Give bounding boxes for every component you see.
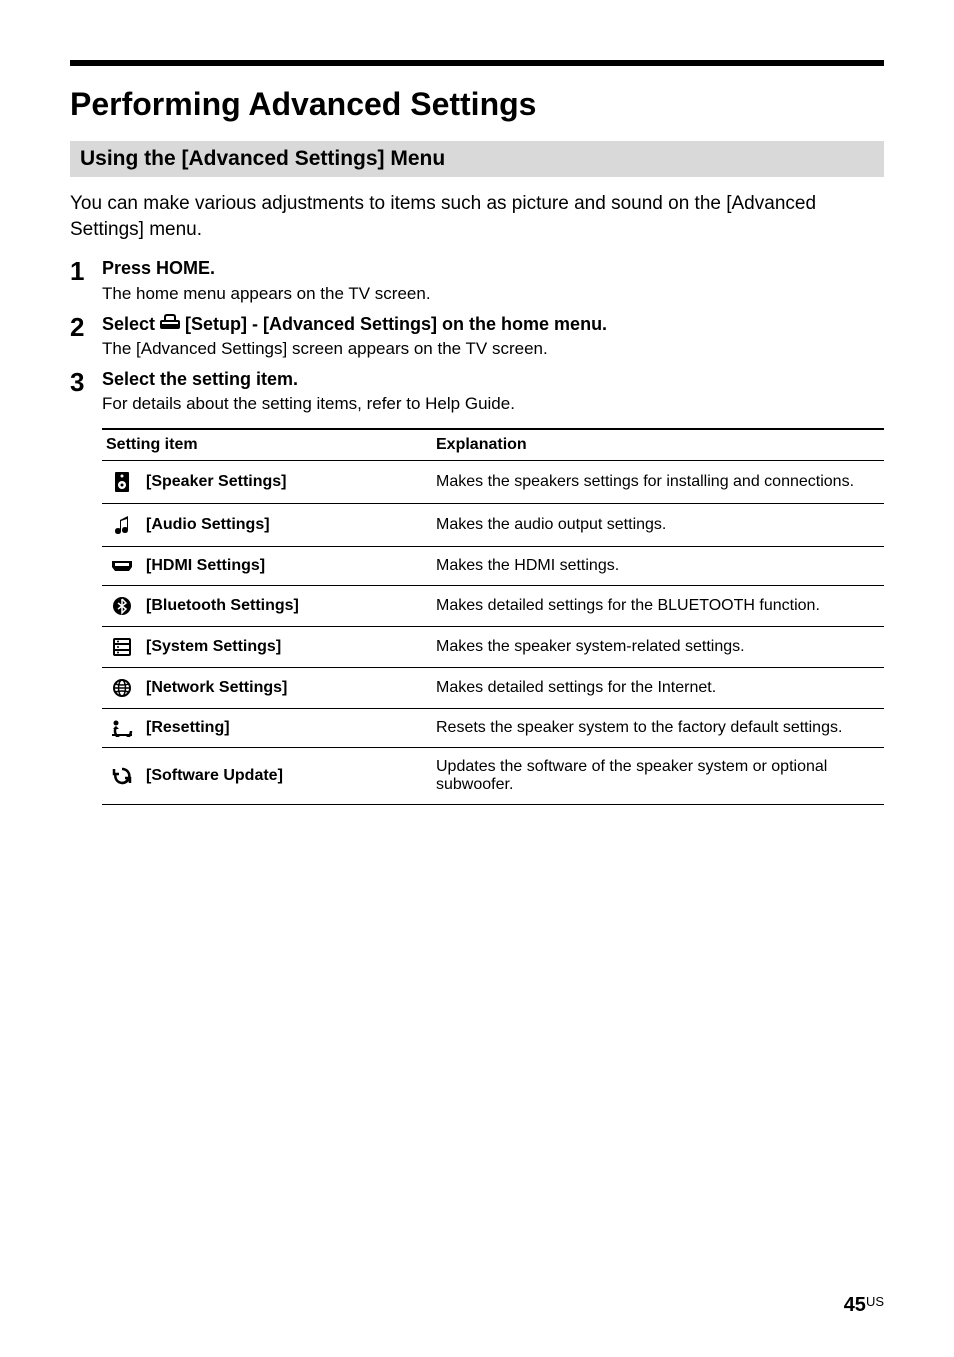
- page-num-value: 45: [844, 1294, 866, 1316]
- setting-item: [Resetting]: [142, 708, 432, 747]
- setting-explanation: Makes the speakers settings for installi…: [432, 460, 884, 503]
- step-3: 3 Select the setting item. For details a…: [70, 367, 884, 416]
- table-row: [Network Settings] Makes detailed settin…: [102, 667, 884, 708]
- reset-icon: [102, 708, 142, 747]
- table-row: [Speaker Settings] Makes the speakers se…: [102, 460, 884, 503]
- instruction-prefix: Select: [102, 312, 155, 336]
- setup-icon: [159, 312, 181, 336]
- setting-explanation: Resets the speaker system to the factory…: [432, 708, 884, 747]
- table-row: [System Settings] Makes the speaker syst…: [102, 626, 884, 667]
- setting-item: [Network Settings]: [142, 667, 432, 708]
- setting-item: [Speaker Settings]: [142, 460, 432, 503]
- audio-icon: [102, 503, 142, 546]
- hdmi-icon: [102, 546, 142, 585]
- table-row: [Software Update] Updates the software o…: [102, 748, 884, 805]
- step-2: 2 Select [Setup] - [Advanced Settings] o…: [70, 312, 884, 361]
- network-icon: [102, 667, 142, 708]
- setting-explanation: Makes detailed settings for the BLUETOOT…: [432, 585, 884, 626]
- page-title: Performing Advanced Settings: [70, 86, 884, 123]
- step-number: 1: [70, 256, 102, 284]
- step-body: Select [Setup] - [Advanced Settings] on …: [102, 312, 884, 361]
- step-instruction: Select the setting item.: [102, 367, 884, 391]
- instruction-suffix: [Setup] - [Advanced Settings] on the hom…: [185, 312, 607, 336]
- setting-explanation: Makes the speaker system-related setting…: [432, 626, 884, 667]
- table-row: [Resetting] Resets the speaker system to…: [102, 708, 884, 747]
- system-icon: [102, 626, 142, 667]
- update-icon: [102, 748, 142, 805]
- step-1: 1 Press HOME. The home menu appears on t…: [70, 256, 884, 305]
- setting-item: [System Settings]: [142, 626, 432, 667]
- setting-item: [Audio Settings]: [142, 503, 432, 546]
- bluetooth-icon: [102, 585, 142, 626]
- step-number: 2: [70, 312, 102, 340]
- step-detail: The [Advanced Settings] screen appears o…: [102, 338, 884, 361]
- step-body: Press HOME. The home menu appears on the…: [102, 256, 884, 305]
- setting-item: [Software Update]: [142, 748, 432, 805]
- speaker-icon: [102, 460, 142, 503]
- setting-item: [Bluetooth Settings]: [142, 585, 432, 626]
- table-row: [HDMI Settings] Makes the HDMI settings.: [102, 546, 884, 585]
- setting-explanation: Makes the HDMI settings.: [432, 546, 884, 585]
- section-header: Using the [Advanced Settings] Menu: [70, 141, 884, 177]
- intro-text: You can make various adjustments to item…: [70, 191, 884, 242]
- page-number: 45US: [844, 1294, 884, 1317]
- table-header-explanation: Explanation: [432, 429, 884, 461]
- page-num-suffix: US: [866, 1294, 884, 1309]
- table-row: [Audio Settings] Makes the audio output …: [102, 503, 884, 546]
- setting-explanation: Makes detailed settings for the Internet…: [432, 667, 884, 708]
- setting-explanation: Makes the audio output settings.: [432, 503, 884, 546]
- step-detail: For details about the setting items, ref…: [102, 393, 884, 416]
- step-instruction: Select [Setup] - [Advanced Settings] on …: [102, 312, 884, 336]
- step-number: 3: [70, 367, 102, 395]
- step-body: Select the setting item. For details abo…: [102, 367, 884, 416]
- step-detail: The home menu appears on the TV screen.: [102, 283, 884, 306]
- table-header-item: Setting item: [102, 429, 432, 461]
- settings-table: Setting item Explanation [Speaker Settin…: [102, 428, 884, 805]
- table-row: [Bluetooth Settings] Makes detailed sett…: [102, 585, 884, 626]
- step-instruction: Press HOME.: [102, 256, 884, 280]
- top-divider: [70, 60, 884, 66]
- setting-explanation: Updates the software of the speaker syst…: [432, 748, 884, 805]
- setting-item: [HDMI Settings]: [142, 546, 432, 585]
